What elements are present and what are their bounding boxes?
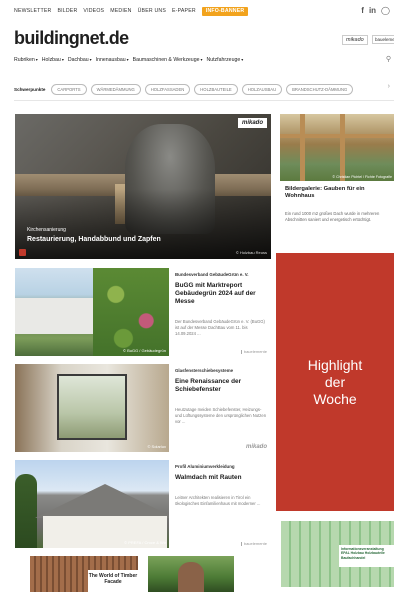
tag-chip[interactable]: Wärmedämmung <box>90 84 141 95</box>
topnav-ueber-uns[interactable]: Über uns <box>138 8 166 14</box>
hero-title[interactable]: Restaurierung, Handabbund und Zapfen <box>27 236 161 243</box>
event-ad-box: Informationsveranstaltung EPAL Holzbau H… <box>339 545 394 567</box>
topnav-medien[interactable]: Medien <box>110 8 131 14</box>
topnav-newsletter[interactable]: Newsletter <box>14 8 51 14</box>
publisher-logo: mikado <box>245 444 267 450</box>
article-title[interactable]: BuGG mit Marktreport Gebäudegrün 2024 au… <box>175 282 269 306</box>
main-nav: Rubriken▾ Holzbau▾ Dachbau▾ Innenausbau▾… <box>14 57 243 63</box>
article-teaser: Heutzutage meiden Schiebefenster, Heizun… <box>175 407 267 424</box>
article-image-building <box>15 298 95 334</box>
article-image-tree <box>15 474 37 548</box>
nav-innenausbau[interactable]: Innenausbau▾ <box>96 57 129 63</box>
tags-label: Schwerpunkte <box>14 87 46 92</box>
social-links: f in ◯ <box>361 6 390 15</box>
article-title[interactable]: Eine Renaissance der Schiebefenster <box>175 378 269 394</box>
topnav-epaper[interactable]: E-Paper <box>172 8 196 14</box>
nav-holzbau[interactable]: Holzbau▾ <box>42 57 64 63</box>
article-kicker: Bundesverband GebäudeGrün e. V. <box>175 272 249 277</box>
timber-facade-ad-title: The World of Timber Facade <box>88 573 138 585</box>
article-kicker: Profil Aluminiumverkleidung <box>175 464 235 469</box>
article-card[interactable]: © PREFA / Croce & Wir Profil Aluminiumve… <box>15 460 271 548</box>
hero-brand-badge: mikado <box>237 118 267 128</box>
brand-bauelemente-logo[interactable]: bauelemente <box>372 35 394 44</box>
gallery-title[interactable]: Bildergalerie: Gauben für ein Wohnhaus <box>285 186 391 201</box>
topic-tags: Schwerpunkte Carports Wärmedämmung Holzf… <box>14 84 354 95</box>
article-teaser: Der Bundesverband GebäudeGrün e. V. (BuG… <box>175 319 265 336</box>
tag-chip[interactable]: Holzausbau <box>241 84 283 95</box>
publisher-logo: bauelemente <box>240 542 267 546</box>
article-teaser: Leitner Architekten realisieren in Tirol… <box>175 495 261 506</box>
hero-article[interactable]: mikado Kirchensanierung Restaurierung, H… <box>15 114 271 259</box>
gallery-image-beam <box>280 134 394 138</box>
facebook-icon[interactable]: f <box>361 6 364 15</box>
gallery-image[interactable]: © Christian Pichtel / Fichte Fotografie <box>280 114 394 181</box>
portrait-person <box>178 562 204 592</box>
timber-facade-ad[interactable]: The World of Timber Facade <box>30 556 138 592</box>
topnav-videos[interactable]: Videos <box>83 8 104 14</box>
article-image-roof <box>35 484 169 518</box>
tag-chip[interactable]: Holzbauteile <box>194 84 238 95</box>
article-image[interactable]: © BuGG / Gebäudegrün <box>15 268 169 356</box>
article-image-green-wall <box>93 268 169 356</box>
highlight-of-the-week[interactable]: Highlight der Woche <box>276 253 394 511</box>
hero-credit: © Holzbau Reuss <box>235 250 267 255</box>
portrait-teaser[interactable] <box>148 556 234 592</box>
article-credit: © Solarlux <box>147 444 166 449</box>
event-ad-text: Informationsveranstaltung EPAL Holzbau H… <box>341 547 385 560</box>
article-image[interactable]: © PREFA / Croce & Wir <box>15 460 169 548</box>
article-image-window <box>57 374 127 440</box>
topnav-promo-button[interactable]: Info-Banner <box>201 6 249 16</box>
highlight-label: Highlight der Woche <box>307 356 363 407</box>
nav-baumaschinen[interactable]: Baumaschinen & Werkzeuge▾ <box>133 57 203 63</box>
top-utility-bar: Newsletter Bilder Videos Medien Über uns… <box>0 0 394 22</box>
chevron-right-icon[interactable]: › <box>388 83 390 90</box>
article-credit: © PREFA / Croce & Wir <box>124 540 166 545</box>
article-card[interactable]: © Solarlux Glasfensterschiebesysteme Ein… <box>15 364 271 452</box>
linkedin-icon[interactable]: in <box>369 6 376 15</box>
gallery-teaser: Ein rund 1000 m2 großes Dach wurde in me… <box>285 211 380 222</box>
event-ad[interactable]: Informationsveranstaltung EPAL Holzbau H… <box>281 521 394 587</box>
hero-kicker: Kirchensanierung <box>27 227 66 233</box>
gallery-image-beam <box>300 114 305 181</box>
brand-mikado-logo[interactable]: mikado <box>342 35 368 45</box>
nav-rubriken[interactable]: Rubriken▾ <box>14 57 38 63</box>
article-kicker: Glasfensterschiebesysteme <box>175 368 234 373</box>
article-image[interactable]: © Solarlux <box>15 364 169 452</box>
nav-dachbau[interactable]: Dachbau▾ <box>68 57 92 63</box>
site-logo[interactable]: buildingnet.de <box>14 28 129 49</box>
instagram-icon[interactable]: ◯ <box>381 6 390 15</box>
topnav-bilder[interactable]: Bilder <box>57 8 77 14</box>
article-card[interactable]: © BuGG / Gebäudegrün Bundesverband Gebäu… <box>15 268 271 356</box>
timber-facade-ad-box: The World of Timber Facade <box>88 570 138 592</box>
tag-chip[interactable]: Holzfassaden <box>144 84 191 95</box>
tag-chip[interactable]: Carports <box>51 84 87 95</box>
hero-shade <box>15 189 271 259</box>
gallery-image-beam <box>340 114 345 181</box>
search-icon[interactable]: ⚲ <box>386 55 391 63</box>
tag-chip[interactable]: Brandschutz-Dämmung <box>286 84 354 95</box>
nav-nutzfahrzeuge[interactable]: Nutzfahrzeuge▾ <box>206 57 243 63</box>
divider <box>14 100 394 101</box>
article-title[interactable]: Walmdach mit Rauten <box>175 474 269 482</box>
camera-icon <box>19 249 26 256</box>
gallery-credit: © Christian Pichtel / Fichte Fotografie <box>332 175 392 179</box>
article-credit: © BuGG / Gebäudegrün <box>123 348 166 353</box>
publisher-logo: bauelemente <box>240 350 267 354</box>
